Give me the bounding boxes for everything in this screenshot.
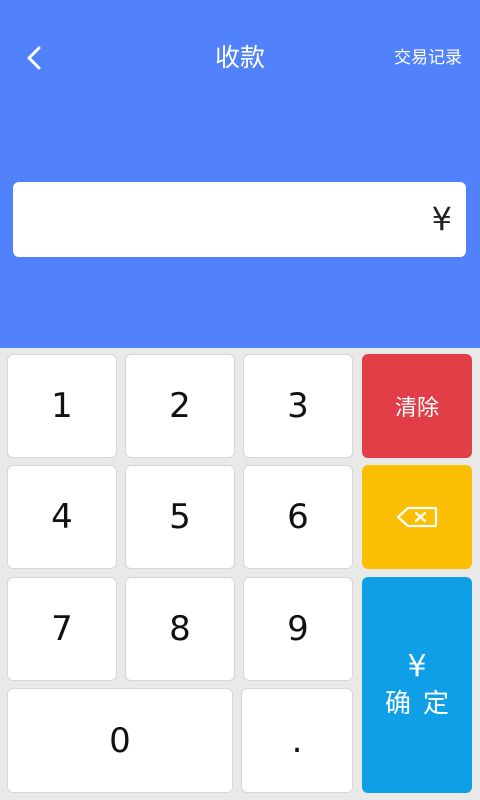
key-4[interactable]: 4 bbox=[7, 465, 117, 569]
key-9[interactable]: 9 bbox=[243, 577, 353, 681]
confirm-label: 确定 bbox=[384, 689, 461, 719]
key-5[interactable]: 5 bbox=[125, 465, 235, 569]
key-6[interactable]: 6 bbox=[243, 465, 353, 569]
header: 收款 交易记录 ¥ bbox=[0, 0, 480, 348]
backspace-icon bbox=[396, 506, 438, 528]
confirm-currency-symbol: ¥ bbox=[407, 649, 427, 684]
clear-button[interactable]: 清除 bbox=[362, 354, 472, 458]
amount-input[interactable]: ¥ bbox=[13, 182, 466, 257]
currency-symbol: ¥ bbox=[431, 200, 452, 238]
key-7[interactable]: 7 bbox=[7, 577, 117, 681]
back-button[interactable] bbox=[14, 36, 54, 80]
backspace-button[interactable] bbox=[362, 465, 472, 569]
confirm-button[interactable]: ¥ 确定 bbox=[362, 577, 472, 793]
chevron-left-icon bbox=[27, 46, 41, 70]
key-8[interactable]: 8 bbox=[125, 577, 235, 681]
key-2[interactable]: 2 bbox=[125, 354, 235, 458]
key-1[interactable]: 1 bbox=[7, 354, 117, 458]
payment-screen: 收款 交易记录 ¥ 1 2 3 清除 4 5 6 7 8 9 ¥ 确定 0 . bbox=[0, 0, 480, 800]
transaction-history-link[interactable]: 交易记录 bbox=[394, 44, 462, 72]
page-title: 收款 bbox=[214, 43, 265, 72]
key-decimal[interactable]: . bbox=[241, 688, 353, 793]
key-3[interactable]: 3 bbox=[243, 354, 353, 458]
key-0[interactable]: 0 bbox=[7, 688, 233, 793]
